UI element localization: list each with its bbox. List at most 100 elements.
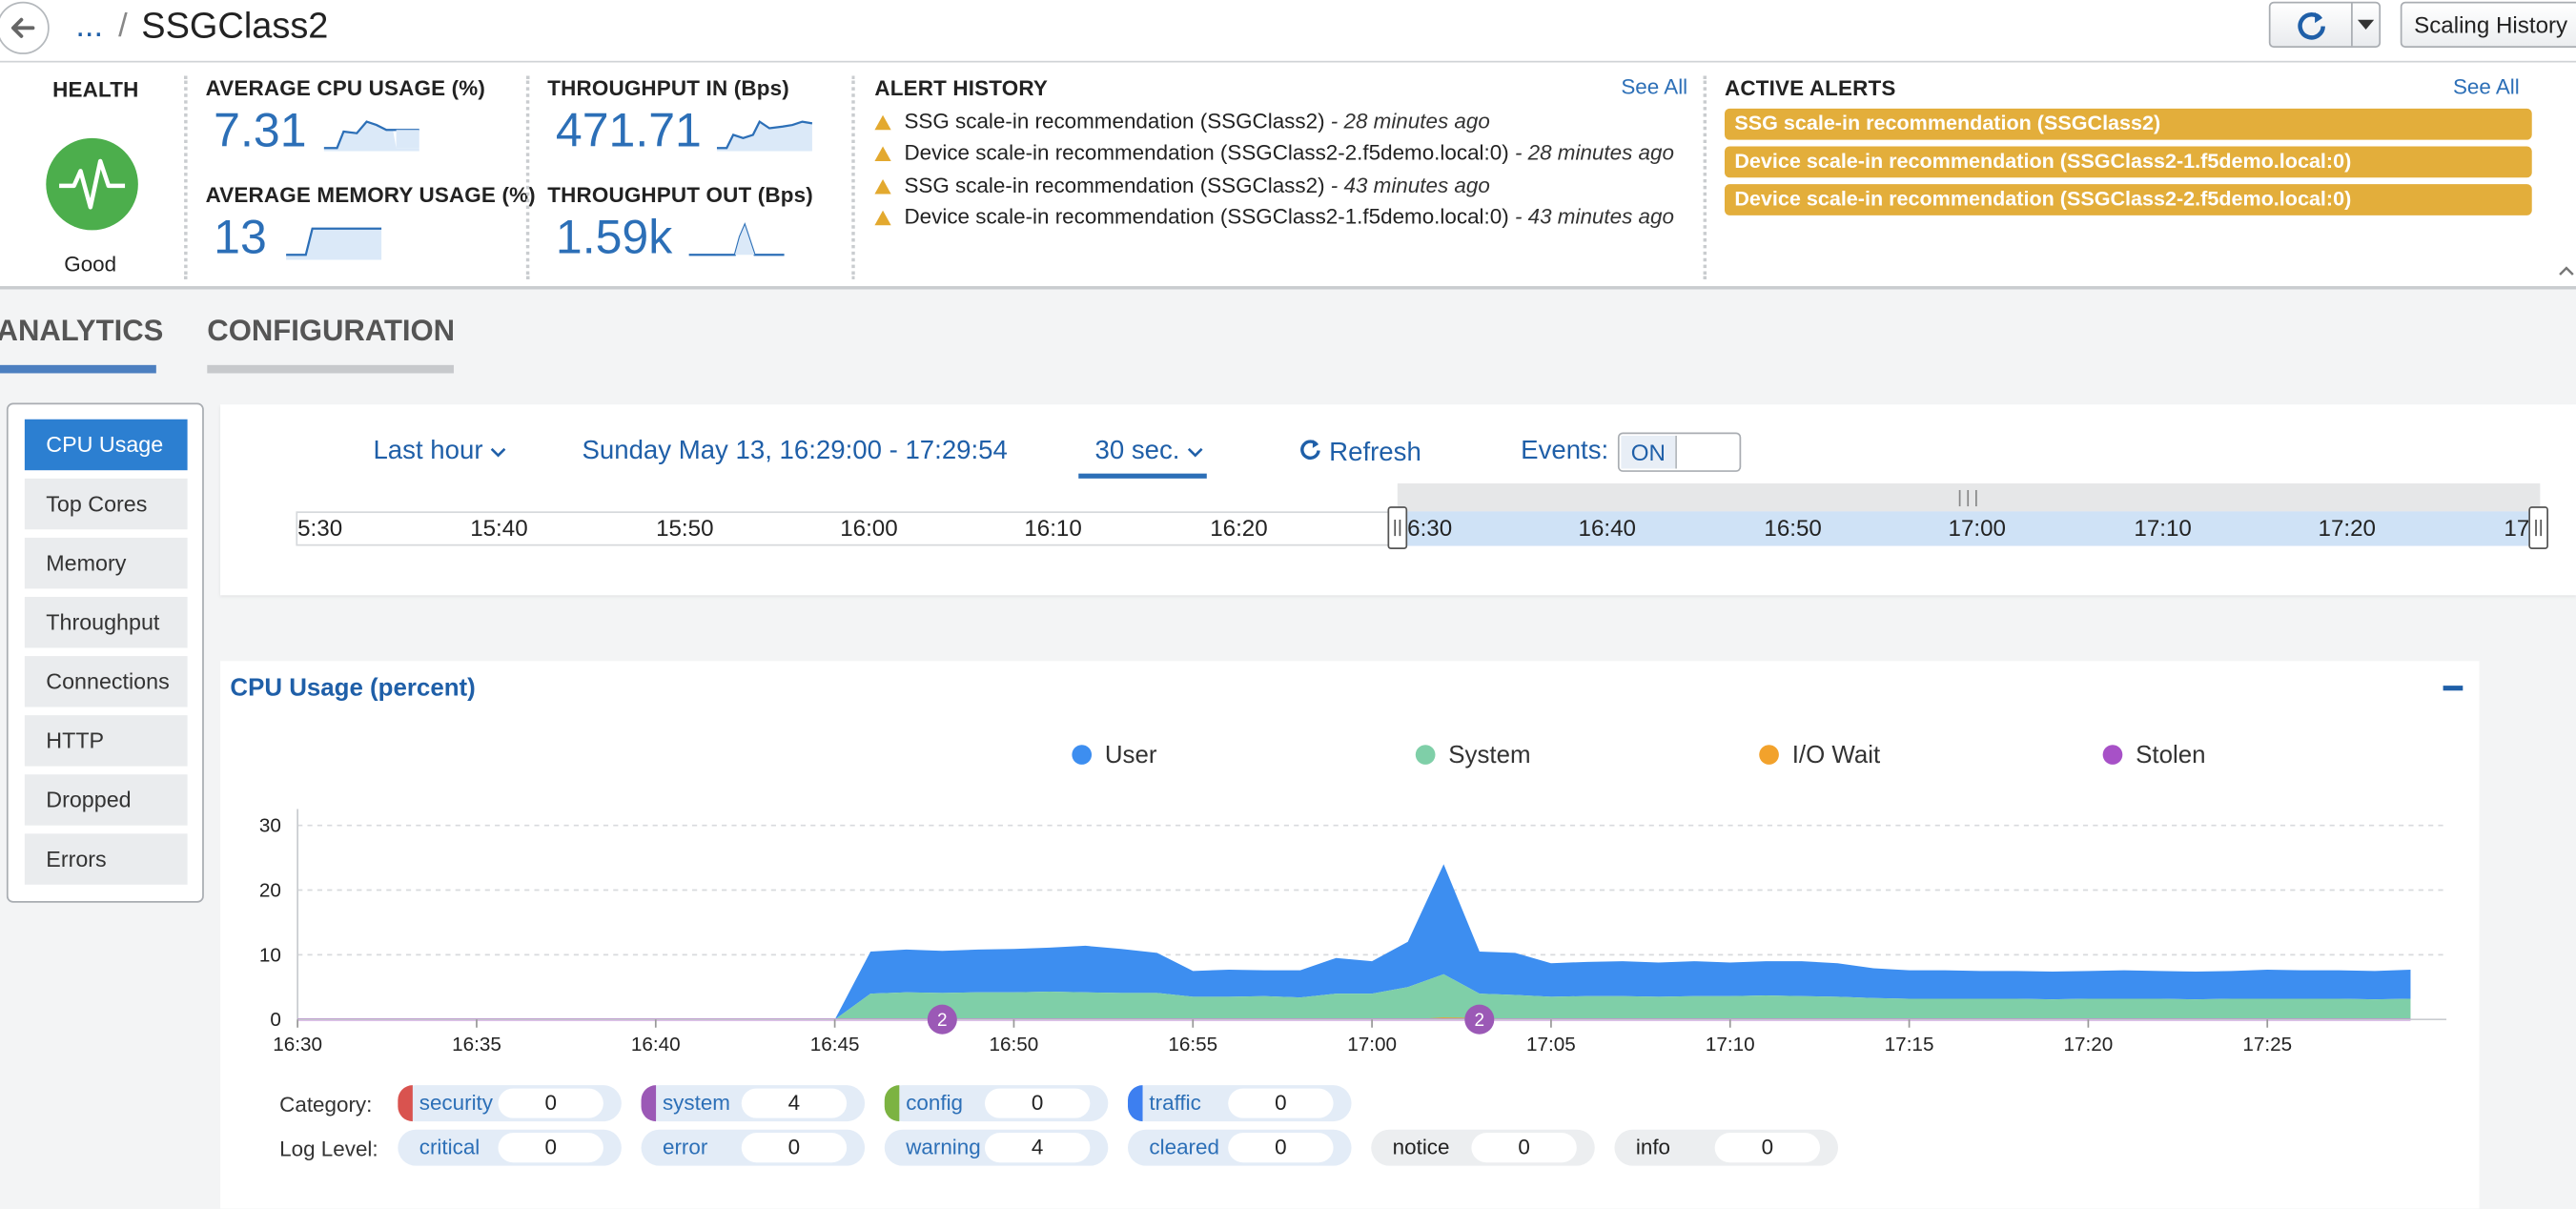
x-tick-label: 16:35 [452, 1034, 501, 1055]
sidebar-item-memory[interactable]: Memory [24, 537, 188, 589]
alert-history-item[interactable]: SSG scale-in recommendation (SSGClass2) … [874, 109, 1490, 133]
date-range-display[interactable]: Sunday May 13, 16:29:00 - 17:29:54 [582, 438, 1007, 467]
tab-configuration[interactable]: CONFIGURATION [207, 314, 455, 348]
log-level-filter-critical[interactable]: critical 0 [398, 1129, 622, 1166]
memory-usage-label: AVERAGE MEMORY USAGE (%) [205, 182, 536, 208]
grip-icon [1394, 519, 1401, 537]
health-label: HEALTH [52, 77, 139, 102]
caret-down-icon [2357, 19, 2375, 31]
chart-title: CPU Usage (percent) [230, 674, 476, 703]
scaling-history-button[interactable]: Scaling History [2400, 1, 2576, 49]
health-status: Good [64, 251, 117, 277]
alert-history-item[interactable]: Device scale-in recommendation (SSGClass… [874, 204, 1674, 229]
x-tick-label: 16:55 [1168, 1034, 1217, 1055]
category-color [641, 1085, 657, 1122]
x-tick-label: 17:05 [1526, 1034, 1576, 1055]
legend-item-stolen[interactable]: Stolen [2102, 742, 2205, 769]
legend-swatch [1072, 745, 1093, 765]
collapse-panel-button[interactable] [2443, 686, 2464, 691]
events-label: Events: [1521, 437, 1609, 466]
legend-item-io-wait[interactable]: I/O Wait [1759, 742, 1880, 769]
log-level-filter-warning[interactable]: warning 4 [884, 1129, 1109, 1166]
category-label: Category: [279, 1092, 373, 1117]
refresh-link[interactable]: Refresh [1298, 438, 1421, 469]
y-tick-label: 10 [259, 944, 281, 966]
throughput-in-label: THROUGHPUT IN (Bps) [547, 75, 789, 101]
warning-icon [874, 178, 891, 195]
category-filter-system[interactable]: system 4 [641, 1085, 866, 1122]
legend-swatch [2102, 745, 2123, 765]
interval-dropdown[interactable]: 30 sec. [1095, 438, 1204, 467]
refresh-button-group [2268, 1, 2382, 49]
top-bar: ... / SSGClass2 Scaling History [0, 0, 2576, 63]
x-tick-label: 17:20 [2064, 1034, 2114, 1055]
event-marker-label: 2 [937, 1011, 948, 1031]
interval-underline [1078, 473, 1207, 479]
alert-history-item[interactable]: SSG scale-in recommendation (SSGClass2) … [874, 173, 1490, 197]
chevron-up-icon[interactable] [2558, 263, 2574, 277]
timeline-tick: 17:10 [2134, 514, 2192, 542]
summary-strip: HEALTH Good AVERAGE CPU USAGE (%) 7.31 A… [0, 62, 2576, 290]
time-range-dropdown[interactable]: Last hour [373, 438, 506, 467]
breadcrumb-ellipsis-link[interactable]: ... [75, 9, 103, 47]
log-level-filter-info[interactable]: info 0 [1614, 1129, 1838, 1166]
timeline-drag-bar[interactable] [1397, 483, 2541, 512]
refresh-icon [1300, 440, 1320, 461]
x-tick-label: 17:10 [1706, 1034, 1755, 1055]
throughput-out-sparkline [688, 222, 785, 256]
active-alert-badge[interactable]: Device scale-in recommendation (SSGClass… [1725, 146, 2532, 178]
timeline-tick: 17:00 [1948, 514, 2006, 542]
back-button[interactable] [0, 1, 50, 54]
alert-history-item[interactable]: Device scale-in recommendation (SSGClass… [874, 140, 1674, 164]
log-level-filter-cleared[interactable]: cleared 0 [1128, 1129, 1352, 1166]
tab-configuration-underline [207, 364, 454, 374]
y-tick-label: 0 [270, 1009, 281, 1031]
refresh-button[interactable] [2271, 3, 2353, 47]
sidebar-item-http[interactable]: HTTP [24, 715, 188, 767]
sidebar-item-cpu-usage[interactable]: CPU Usage [24, 419, 188, 471]
category-color [1128, 1085, 1143, 1122]
active-alert-badge[interactable]: SSG scale-in recommendation (SSGClass2) [1725, 108, 2532, 140]
divider [184, 75, 188, 280]
timeline-tick: 16:50 [1764, 514, 1822, 542]
sidebar-item-connections[interactable]: Connections [24, 656, 188, 707]
cpu-usage-chart-panel: CPU Usage (percent) User System I/O Wait… [220, 661, 2480, 1209]
chevron-down-icon [491, 447, 506, 458]
sidebar-item-throughput[interactable]: Throughput [24, 596, 188, 648]
sidebar-item-dropped[interactable]: Dropped [24, 774, 188, 826]
timeline-tick: 15:50 [656, 514, 714, 542]
page-title: SSGClass2 [141, 5, 329, 47]
alert-history-see-all-link[interactable]: See All [1621, 74, 1687, 99]
timeline-tick: 6:30 [1407, 514, 1453, 542]
log-level-filter-notice[interactable]: notice 0 [1371, 1129, 1595, 1166]
sidebar-item-top-cores[interactable]: Top Cores [24, 478, 188, 530]
timeline-right-handle[interactable] [2528, 506, 2548, 549]
x-tick-label: 17:00 [1347, 1034, 1397, 1055]
active-alert-badge[interactable]: Device scale-in recommendation (SSGClass… [1725, 184, 2532, 215]
throughput-in-value: 471.71 [555, 105, 702, 158]
divider [525, 75, 530, 280]
events-toggle[interactable]: ON [1617, 432, 1742, 472]
category-filter-config[interactable]: config 0 [884, 1085, 1109, 1122]
warning-icon [874, 114, 891, 131]
warning-icon [874, 146, 891, 162]
active-alerts-see-all-link[interactable]: See All [2453, 74, 2520, 99]
active-alerts-label: ACTIVE ALERTS [1725, 75, 1896, 101]
throughput-out-label: THROUGHPUT OUT (Bps) [547, 182, 813, 208]
legend-item-system[interactable]: System [1415, 742, 1531, 769]
timeline-tick: 16:40 [1578, 514, 1636, 542]
events-toggle-state: ON [1621, 435, 1677, 469]
refresh-options-dropdown[interactable] [2353, 3, 2380, 46]
sidebar-item-errors[interactable]: Errors [24, 833, 188, 885]
timeline-tick: 16:00 [840, 514, 898, 542]
legend-swatch [1759, 745, 1779, 765]
tab-analytics[interactable]: ANALYTICS [0, 314, 163, 348]
timeline-left-handle[interactable] [1387, 506, 1408, 549]
category-filter-security[interactable]: security 0 [398, 1085, 622, 1122]
y-tick-label: 20 [259, 879, 281, 901]
log-level-filter-error[interactable]: error 0 [641, 1129, 866, 1166]
category-filter-traffic[interactable]: traffic 0 [1128, 1085, 1352, 1122]
timeline-tick: 5:30 [297, 514, 343, 542]
legend-item-user[interactable]: User [1072, 742, 1156, 769]
memory-sparkline [286, 227, 382, 260]
